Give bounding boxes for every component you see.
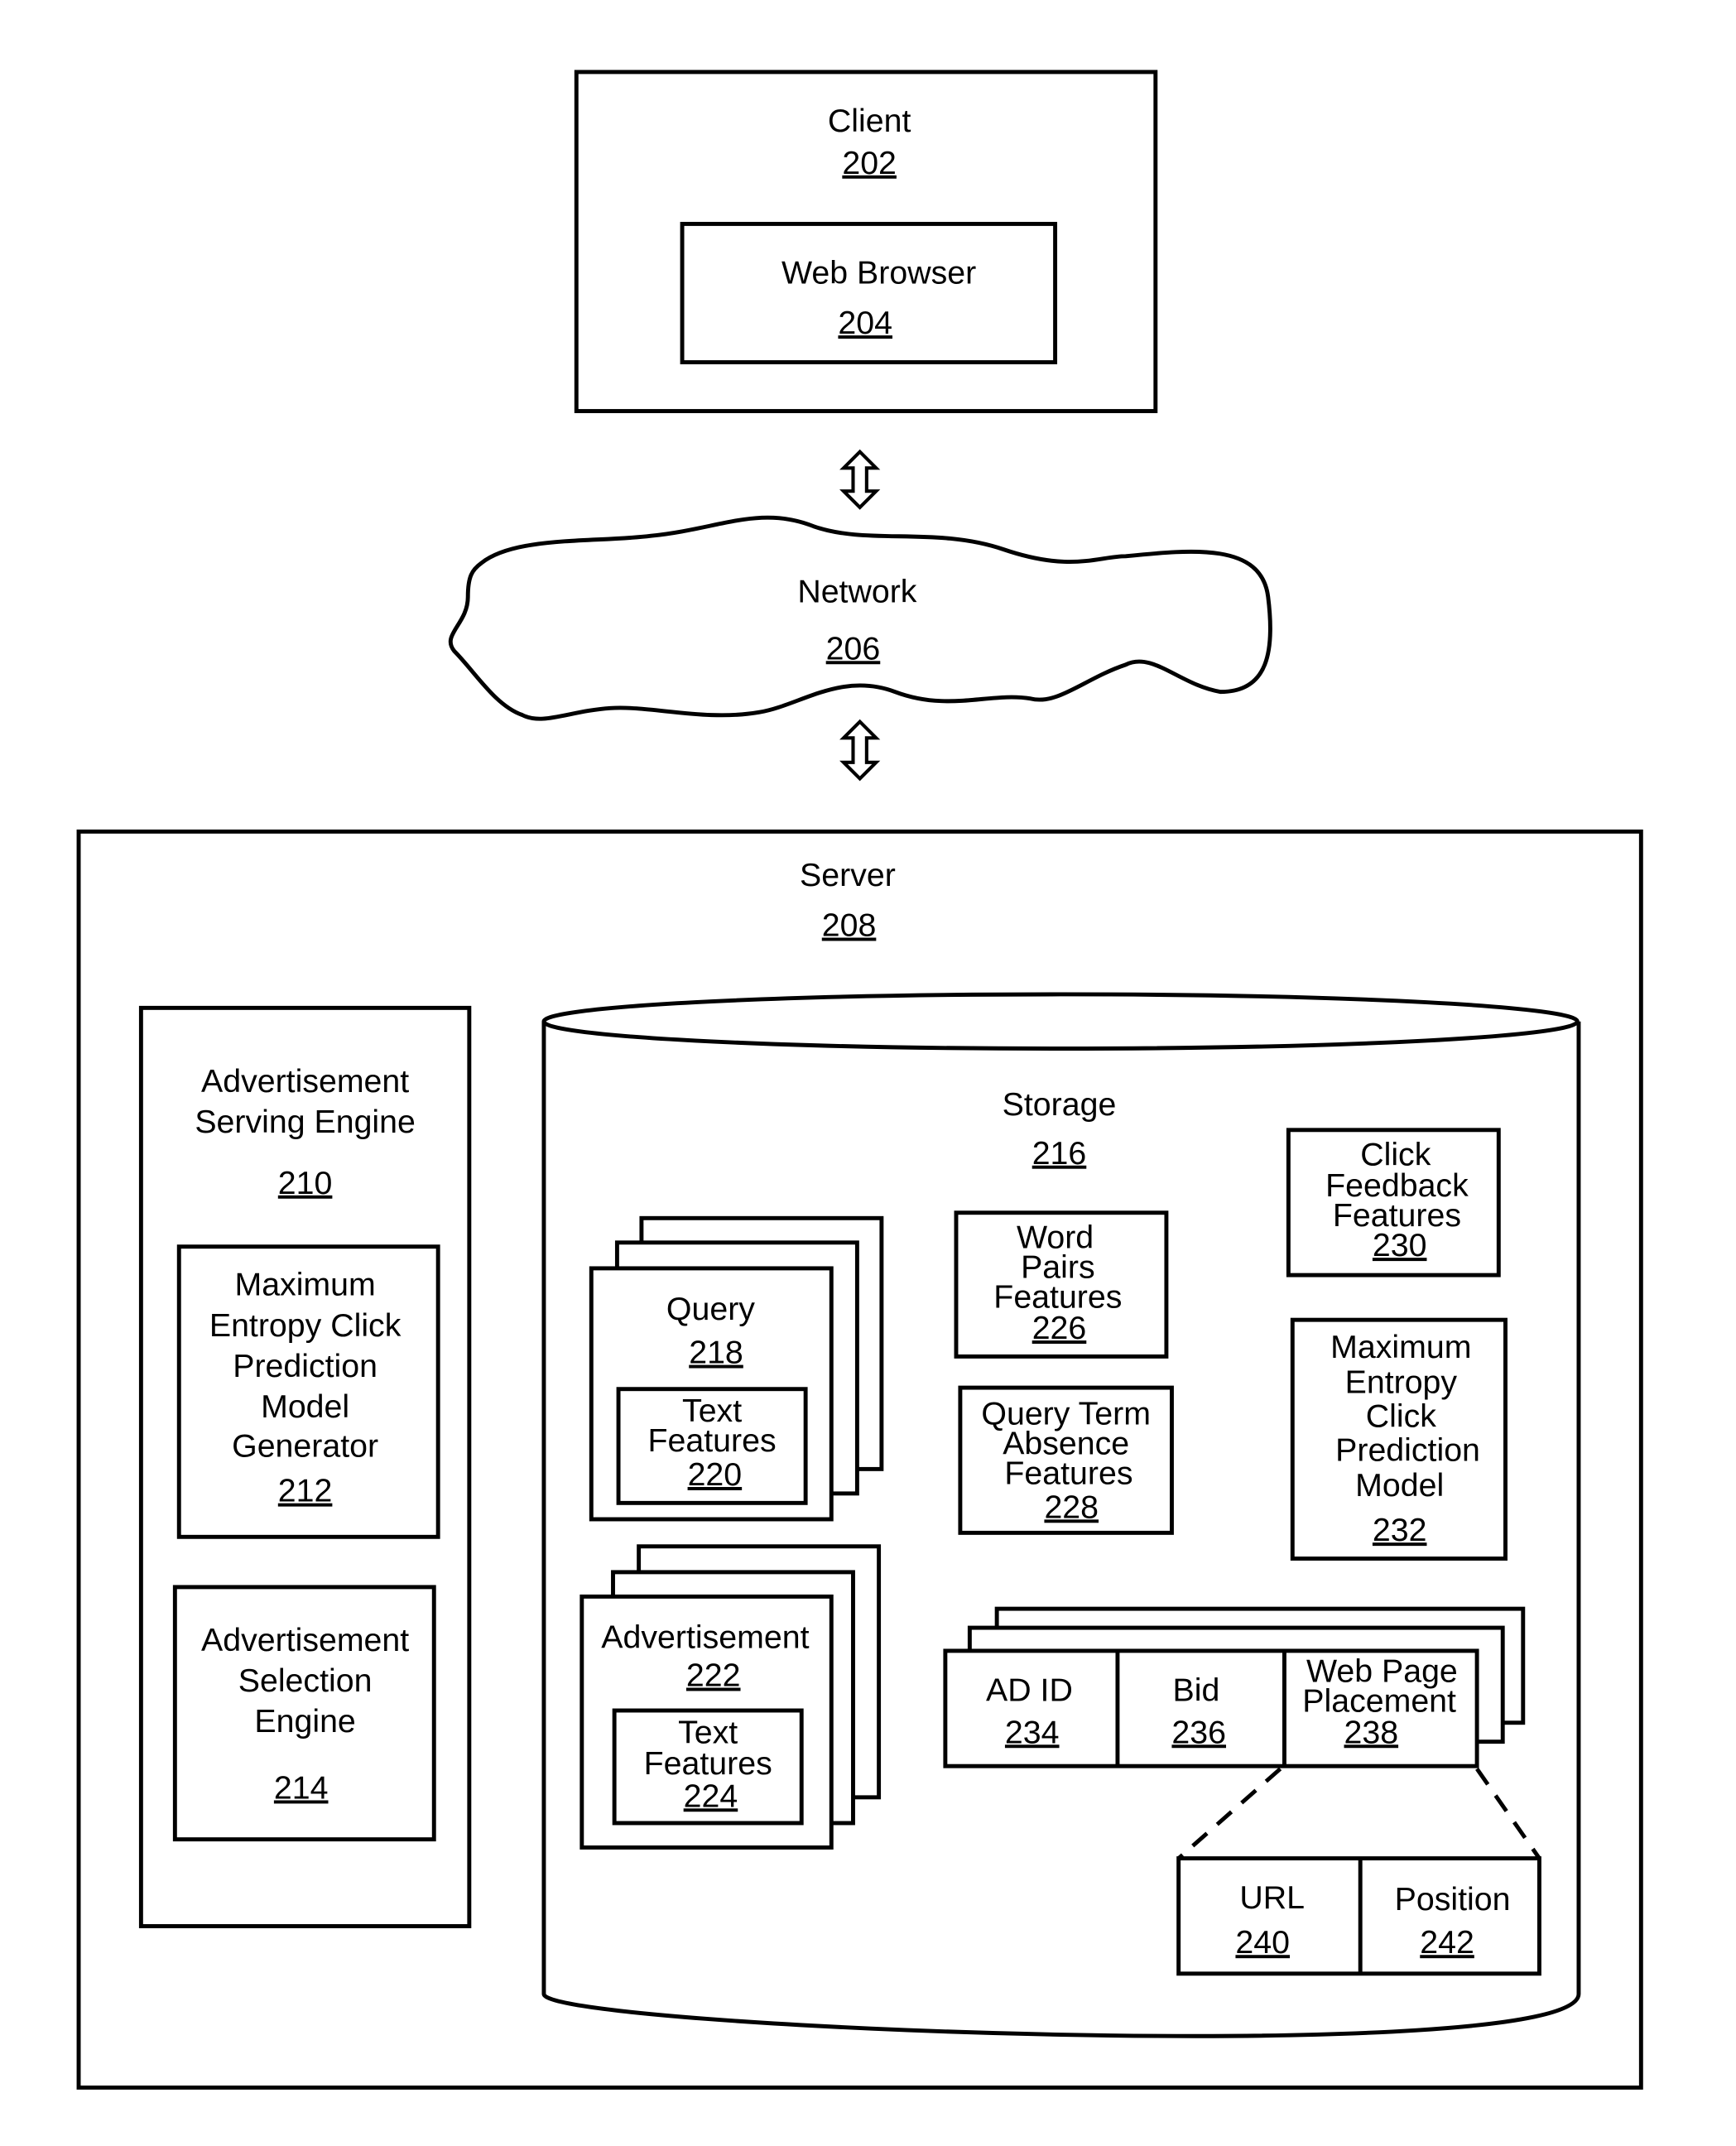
query-term-absence-box: Query Term Absence Features 228 xyxy=(958,1385,1174,1535)
query-term-absence-line-3: Features xyxy=(1004,1455,1132,1491)
me-model-generator-line-5: Generator xyxy=(232,1428,378,1465)
word-pairs-features-box: Word Pairs Features 226 xyxy=(954,1210,1169,1359)
me-model-generator-line-2: Entropy Click xyxy=(209,1307,402,1344)
me-model-generator-ref: 212 xyxy=(278,1473,333,1509)
advertisement-stack: Advertisement 222 Text Features 224 xyxy=(579,1544,882,1850)
network-label: Network xyxy=(797,574,916,610)
me-model-line-3: Click xyxy=(1366,1398,1436,1435)
ad-id-ref: 234 xyxy=(1005,1714,1060,1750)
bidirectional-arrow-icon xyxy=(839,719,881,782)
me-model-line-4: Prediction xyxy=(1335,1432,1480,1469)
client-label: Client xyxy=(828,103,911,139)
ad-selection-engine-line-1: Advertisement xyxy=(201,1622,409,1658)
query-text-features-line-2: Features xyxy=(648,1422,777,1459)
ad-selection-engine-line-2: Selection xyxy=(238,1662,373,1699)
bid-ref: 236 xyxy=(1171,1714,1226,1750)
advertisement-label: Advertisement xyxy=(601,1619,809,1656)
query-term-absence-ref: 228 xyxy=(1044,1489,1099,1525)
placement-detail-record: URL 240 Position 242 xyxy=(1176,1856,1541,1976)
query-stack: Query 218 Text Features 220 xyxy=(589,1215,884,1522)
ad-record-stack: AD ID 234 Bid 236 Web Page Placement 238 xyxy=(943,1606,1526,1768)
web-browser-ref: 204 xyxy=(838,305,892,341)
me-model-line-2: Entropy xyxy=(1345,1364,1458,1401)
bid-label: Bid xyxy=(1173,1672,1220,1709)
query-label: Query xyxy=(666,1291,755,1327)
network-ref: 206 xyxy=(826,630,881,666)
advertisement-ref: 222 xyxy=(686,1658,741,1694)
web-page-placement-ref: 238 xyxy=(1344,1714,1399,1750)
ad-selection-engine-ref: 214 xyxy=(274,1769,329,1806)
system-diagram: Client 202 Web Browser 204 Network 206 S… xyxy=(76,70,1643,2090)
url-ref: 240 xyxy=(1235,1924,1290,1961)
click-feedback-ref: 230 xyxy=(1373,1227,1427,1263)
server-ref: 208 xyxy=(822,907,877,944)
storage-ref: 216 xyxy=(1032,1135,1087,1172)
me-model-generator-box: Maximum Entropy Click Prediction Model G… xyxy=(176,1244,440,1539)
url-label: URL xyxy=(1239,1879,1305,1916)
ad-id-label: AD ID xyxy=(986,1672,1073,1709)
storage-label: Storage xyxy=(1003,1086,1117,1123)
me-model-generator-line-3: Prediction xyxy=(233,1348,377,1384)
me-click-prediction-model-box: Maximum Entropy Click Prediction Model 2… xyxy=(1290,1317,1508,1561)
word-pairs-ref: 226 xyxy=(1032,1310,1087,1346)
me-model-line-5: Model xyxy=(1355,1467,1444,1504)
ad-text-features-ref: 224 xyxy=(684,1778,738,1814)
me-model-generator-line-1: Maximum xyxy=(234,1267,375,1303)
ad-text-features-line-2: Features xyxy=(644,1745,772,1782)
click-feedback-features-box: Click Feedback Features 230 xyxy=(1286,1128,1501,1277)
network-cloud: Network 206 xyxy=(448,515,1272,721)
ad-selection-engine-line-3: Engine xyxy=(254,1703,355,1739)
bidirectional-arrow-icon xyxy=(839,449,881,510)
me-model-ref: 232 xyxy=(1373,1512,1427,1548)
query-ref: 218 xyxy=(689,1335,743,1371)
ad-serving-engine-ref: 210 xyxy=(278,1165,333,1201)
ad-serving-engine-line-1: Advertisement xyxy=(201,1063,409,1099)
query-text-features-ref: 220 xyxy=(688,1456,743,1493)
web-browser-label: Web Browser xyxy=(781,255,976,291)
server-label: Server xyxy=(800,857,896,893)
ad-selection-engine-box: Advertisement Selection Engine 214 xyxy=(172,1585,436,1842)
position-ref: 242 xyxy=(1420,1924,1474,1961)
client-ref: 202 xyxy=(842,145,897,181)
position-label: Position xyxy=(1395,1881,1511,1917)
ad-serving-engine-line-2: Serving Engine xyxy=(195,1104,416,1140)
web-browser-box: Web Browser 204 xyxy=(680,221,1058,364)
me-model-line-1: Maximum xyxy=(1330,1329,1471,1365)
me-model-generator-line-4: Model xyxy=(261,1388,349,1425)
